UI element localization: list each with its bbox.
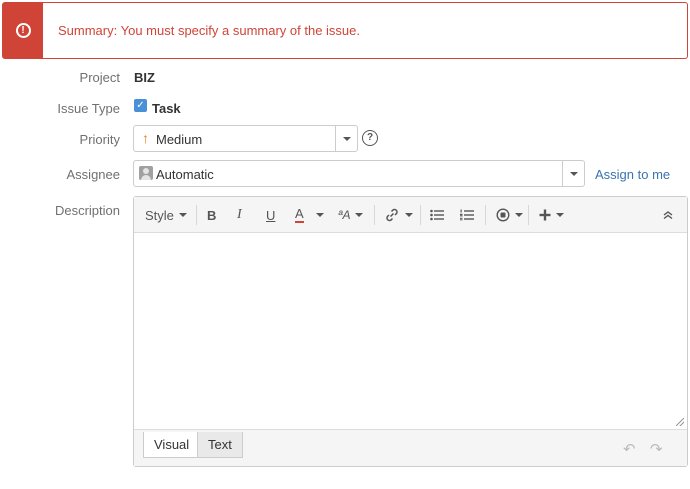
numbered-list-button[interactable] (460, 206, 474, 224)
numbered-list-icon (460, 209, 474, 221)
avatar-icon (139, 166, 153, 180)
chevron-down-icon (405, 213, 413, 217)
collapse-icon (663, 211, 673, 220)
chevron-down-icon (342, 136, 351, 141)
bullet-list-button[interactable] (430, 206, 444, 224)
toolbar-divider (485, 205, 486, 225)
task-checkbox-icon: ✓ (134, 99, 147, 112)
editor-toolbar: Style B I U A ªA (134, 197, 687, 233)
assignee-select[interactable]: Automatic (133, 160, 585, 187)
error-message: Summary: You must specify a summary of t… (58, 23, 361, 38)
description-label: Description (54, 203, 120, 218)
text-color-label: A (295, 206, 304, 223)
error-icon: ! (15, 23, 31, 38)
assignee-label: Assignee (66, 167, 120, 182)
chevron-down-icon (355, 213, 364, 217)
redo-icon[interactable]: ↷ (650, 440, 663, 458)
issue-type-value: Task (152, 101, 181, 116)
tab-text[interactable]: Text (197, 432, 243, 458)
chevron-down-icon (515, 213, 523, 217)
priority-label: Priority (79, 132, 120, 147)
collapse-toolbar-button[interactable] (663, 206, 673, 224)
assignee-value: Automatic (156, 167, 214, 182)
assignee-dropdown-button[interactable] (562, 161, 584, 186)
toolbar-divider (374, 205, 375, 225)
link-button[interactable] (384, 206, 413, 224)
priority-value: Medium (156, 132, 203, 147)
project-label: Project (79, 70, 120, 85)
chevron-down-icon (569, 171, 578, 176)
priority-select[interactable]: ↑ Medium (133, 125, 358, 152)
emoticon-icon (496, 208, 510, 222)
description-textarea[interactable] (134, 233, 687, 429)
assign-to-me-link[interactable]: Assign to me (595, 167, 670, 182)
issue-type-label: Issue Type (57, 101, 120, 116)
help-icon[interactable]: ? (362, 130, 378, 146)
tab-visual[interactable]: Visual (143, 432, 201, 458)
chevron-down-icon (178, 213, 187, 217)
arrow-up-icon: ↑ (142, 130, 149, 146)
resize-grip-icon[interactable] (676, 418, 684, 426)
bold-button[interactable]: B (207, 206, 216, 224)
italic-button[interactable]: I (237, 206, 242, 224)
underline-button[interactable]: U (266, 206, 275, 224)
emoticon-button[interactable] (496, 206, 523, 224)
more-formatting-button[interactable]: ªA (338, 206, 364, 224)
toolbar-divider (196, 205, 197, 225)
plus-icon (539, 209, 551, 221)
bullet-list-icon (430, 209, 444, 221)
style-dropdown[interactable]: Style (145, 206, 187, 224)
error-strip: ! (3, 3, 43, 58)
undo-icon[interactable]: ↶ (623, 440, 636, 458)
toolbar-divider (528, 205, 529, 225)
error-banner: ! Summary: You must specify a summary of… (2, 2, 688, 59)
text-color-button[interactable]: A (295, 206, 324, 224)
editor-footer: Visual Text ↶ ↷ (134, 429, 687, 466)
style-label: Style (145, 207, 174, 223)
insert-more-button[interactable] (539, 206, 564, 224)
link-icon (386, 208, 398, 222)
description-editor: Style B I U A ªA Visual Text ↶ ↷ (133, 196, 688, 467)
chevron-down-icon (556, 213, 564, 217)
more-formatting-label: ªA (338, 208, 351, 222)
priority-dropdown-button[interactable] (335, 126, 357, 151)
toolbar-divider (420, 205, 421, 225)
project-value: BIZ (134, 70, 155, 85)
chevron-down-icon (315, 213, 324, 217)
